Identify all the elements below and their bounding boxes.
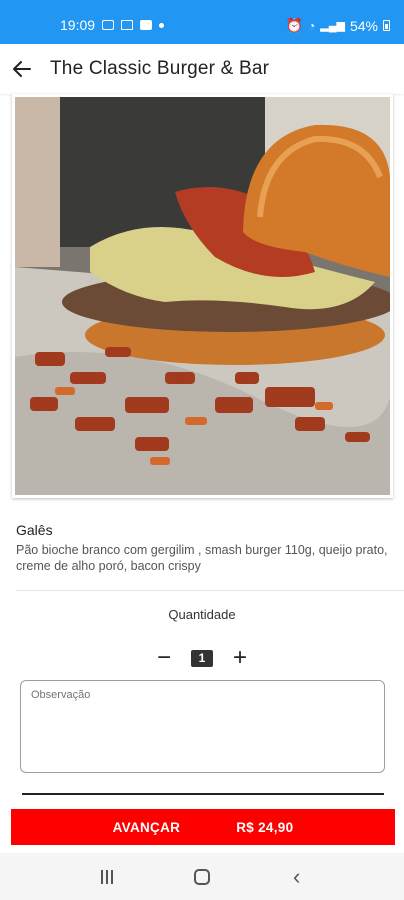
home-icon	[193, 868, 210, 885]
increase-quantity-button[interactable]: +	[227, 644, 253, 671]
gallery-icon	[102, 20, 115, 30]
burger-illustration	[15, 97, 390, 495]
message-icon	[140, 20, 153, 30]
product-image-card	[12, 94, 393, 498]
plus-icon: +	[232, 644, 247, 671]
battery-icon	[383, 20, 390, 31]
app-bar: The Classic Burger & Bar	[0, 44, 404, 94]
battery-text: 54%	[349, 17, 378, 34]
observation-field[interactable]	[20, 680, 385, 773]
product-image	[15, 97, 390, 495]
product-info: Galês Pão bioche branco com gergilim , s…	[16, 522, 396, 574]
signal-icon: ▂▄▆	[320, 20, 345, 32]
wifi-icon: ◔	[308, 18, 316, 33]
dot-icon	[159, 22, 165, 28]
advance-button[interactable]: AVANÇAR R$ 24,90	[11, 809, 395, 845]
cast-icon	[121, 20, 134, 30]
product-name: Galês	[16, 522, 53, 538]
alarm-icon: ⏰	[285, 17, 303, 33]
divider	[16, 590, 404, 591]
total-price: R$ 24,90	[236, 819, 294, 835]
arrow-left-icon	[13, 61, 31, 77]
status-bar-right: ⏰ ◔ ▂▄▆ 54%	[286, 17, 390, 34]
status-bar-left: 19:09	[60, 17, 165, 33]
status-bar: 19:09 ⏰ ◔ ▂▄▆ 54%	[0, 0, 404, 44]
minus-icon: −	[156, 644, 171, 671]
back-button[interactable]	[2, 49, 42, 89]
status-time: 19:09	[60, 17, 96, 33]
page-title: The Classic Burger & Bar	[50, 58, 270, 79]
back-chevron-icon: ‹	[292, 863, 301, 889]
advance-button-label: AVANÇAR	[112, 819, 181, 835]
system-back-button[interactable]: ‹	[277, 857, 317, 897]
quantity-value: 1	[191, 649, 213, 667]
system-nav-bar: ‹	[0, 853, 404, 900]
home-button[interactable]	[182, 857, 222, 897]
recent-apps-icon	[101, 869, 114, 884]
product-description: Pão bioche branco com gergilim , smash b…	[16, 543, 388, 573]
quantity-label: Quantidade	[168, 607, 236, 622]
decrease-quantity-button[interactable]: −	[151, 644, 177, 671]
recent-apps-button[interactable]	[87, 857, 127, 897]
quantity-stepper: − 1 +	[0, 644, 404, 672]
observation-underline	[22, 793, 384, 795]
